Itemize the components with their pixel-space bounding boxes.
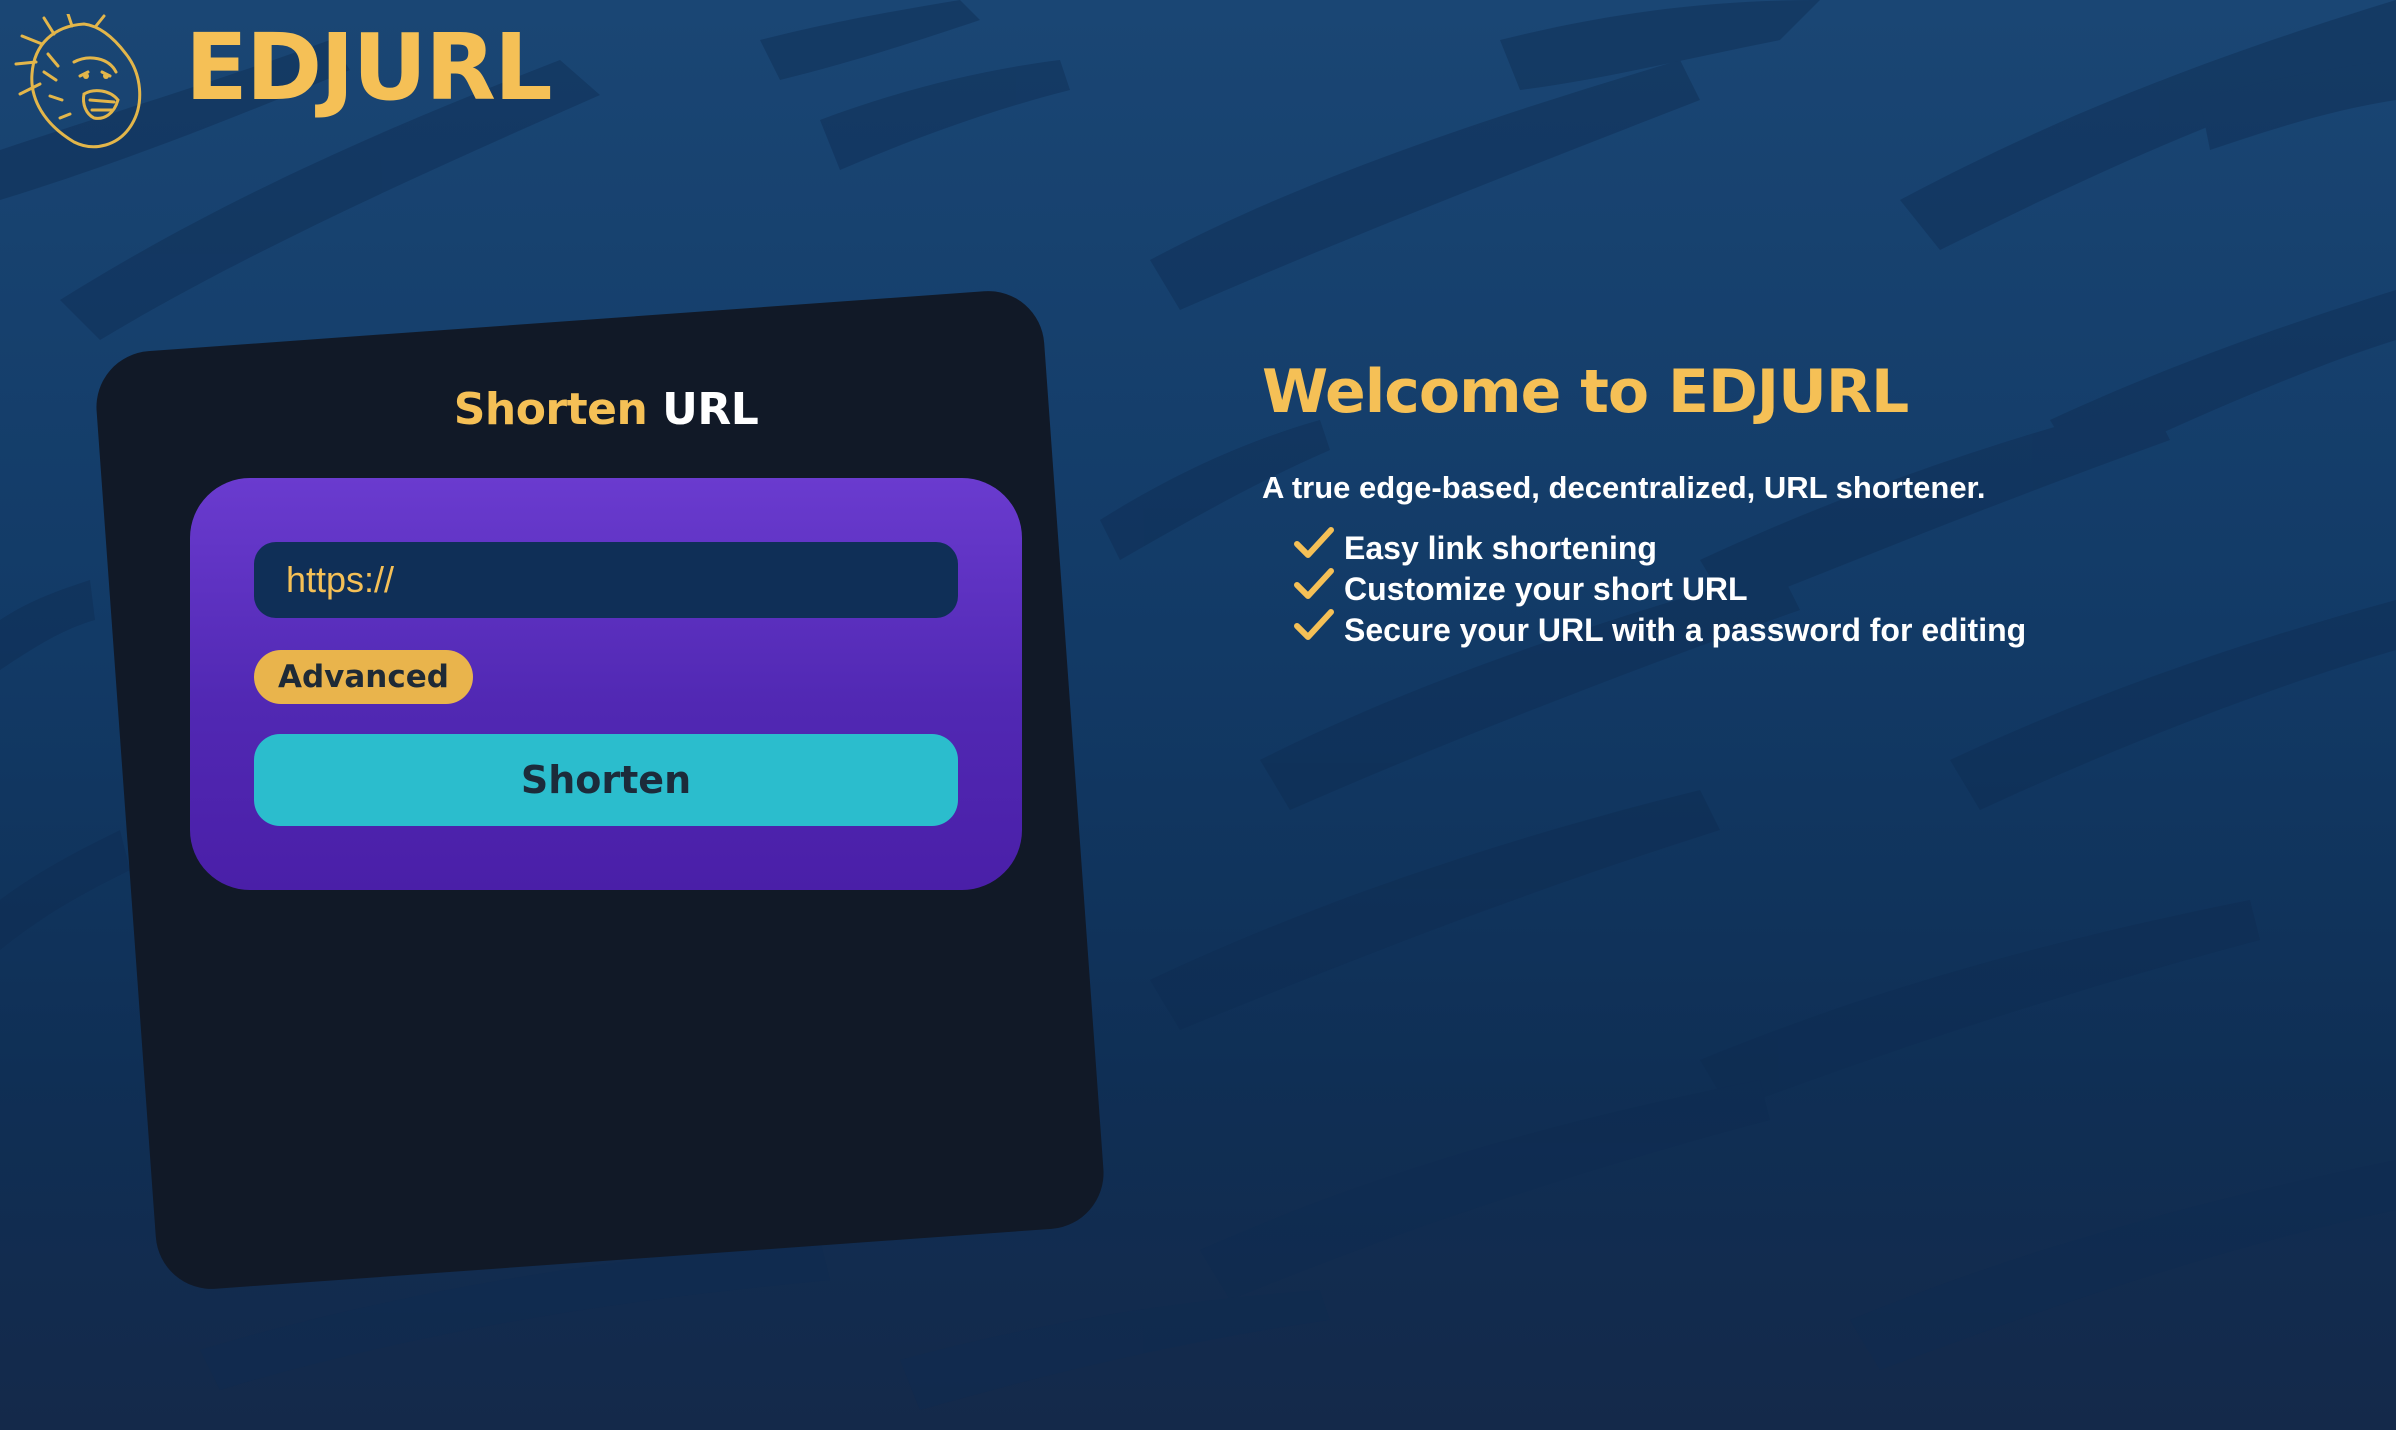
shorten-form: Advanced Shorten bbox=[190, 478, 1022, 890]
advanced-button[interactable]: Advanced bbox=[254, 650, 473, 704]
feature-list: Easy link shortening Customize your shor… bbox=[1294, 526, 2262, 651]
welcome-subtitle: A true edge-based, decentralized, URL sh… bbox=[1262, 470, 1986, 505]
gorilla-logo-icon[interactable] bbox=[14, 14, 156, 156]
brand-name[interactable]: EDJURL bbox=[185, 22, 553, 114]
shorten-card-content: Shorten URL Advanced Shorten bbox=[190, 380, 1022, 890]
card-title-rest: URL bbox=[662, 384, 759, 435]
feature-item: Secure your URL with a password for edit… bbox=[1294, 608, 2262, 651]
checkmark-icon bbox=[1294, 526, 1334, 558]
shorten-button[interactable]: Shorten bbox=[254, 734, 958, 826]
feature-label: Secure your URL with a password for edit… bbox=[1344, 612, 2027, 648]
feature-item: Easy link shortening bbox=[1294, 526, 2262, 569]
card-title: Shorten URL bbox=[190, 380, 1022, 440]
feature-item: Customize your short URL bbox=[1294, 567, 2262, 610]
feature-label: Easy link shortening bbox=[1344, 530, 1657, 566]
checkmark-icon bbox=[1294, 608, 1334, 640]
checkmark-icon bbox=[1294, 567, 1334, 599]
welcome-section: Welcome to EDJURL A true edge-based, dec… bbox=[1262, 352, 2262, 651]
card-title-highlight: Shorten bbox=[453, 384, 648, 435]
welcome-title: Welcome to EDJURL bbox=[1262, 357, 1909, 427]
url-input[interactable] bbox=[254, 542, 958, 618]
feature-label: Customize your short URL bbox=[1344, 571, 1748, 607]
